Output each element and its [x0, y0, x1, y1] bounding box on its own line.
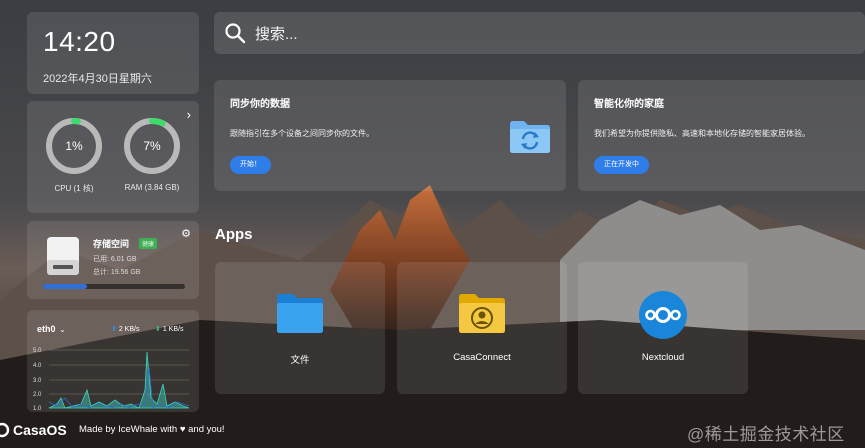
upload-rate: ⬆ 2 KB/s — [111, 325, 139, 333]
casaconnect-icon — [459, 294, 505, 333]
ram-percent: 7% — [143, 139, 161, 153]
clock-date: 2022年4月30日星期六 — [43, 73, 152, 85]
gear-icon[interactable]: ⚙ — [181, 227, 191, 240]
start-button[interactable]: 开始！ — [230, 156, 271, 174]
cpu-gauge: 1% — [45, 117, 103, 175]
interface-selector[interactable]: eth0 ⌄ — [37, 324, 65, 334]
folder-icon — [277, 294, 323, 333]
y-tick-4: 4.0 — [33, 363, 42, 369]
upload-value: 2 KB/s — [118, 326, 140, 333]
app-name: Nextcloud — [641, 352, 685, 363]
sync-card: 同步你的数据 跟随指引在多个设备之间同步你的文件。 开始！ — [214, 80, 566, 191]
storage-total: 总计: 19.56 GB — [93, 269, 141, 276]
sync-folder-icon — [510, 121, 550, 153]
y-tick-3: 3.0 — [33, 378, 42, 384]
card-description: 我们希望为你提供隐私、高速和本地化存储的智能家居体验。 — [594, 129, 810, 138]
footer: CasaOS Made by IceWhale with ♥ and you! … — [0, 413, 865, 448]
card-title: 同步你的数据 — [230, 99, 290, 110]
interface-name: eth0 — [37, 324, 56, 334]
casaos-logo-icon — [0, 422, 10, 438]
storage-usage-bar — [43, 284, 185, 289]
y-tick-5: 5.0 — [33, 348, 42, 354]
app-tile-nextcloud[interactable]: Nextcloud — [578, 262, 748, 394]
brand-name: CasaOS — [13, 422, 67, 438]
network-widget: eth0 ⌄ ⬆ 2 KB/s ⬇ 1 KB/s 5.0 4.0 3.0 2.0 … — [27, 310, 199, 412]
chevron-right-icon[interactable]: › — [187, 107, 191, 122]
arrow-up-icon: ⬆ — [111, 326, 117, 333]
cpu-label: CPU (1 核) — [54, 184, 94, 193]
search-icon — [225, 23, 246, 44]
status-badge: 健康 — [139, 238, 158, 249]
app-name: 文件 — [290, 355, 310, 366]
storage-widget: ⚙ 存储空间 健康 已用: 6.01 GB 总计: 19.56 GB — [27, 221, 199, 299]
download-value: 1 KB/s — [162, 326, 184, 333]
nextcloud-icon — [639, 291, 687, 339]
apps-heading: Apps — [215, 226, 253, 243]
y-tick-2: 2.0 — [33, 392, 42, 398]
in-development-button[interactable]: 正在开发中 — [594, 156, 649, 174]
hard-drive-icon — [45, 236, 81, 276]
search-bar[interactable]: 搜索... — [214, 12, 865, 54]
made-by-text: Made by IceWhale with ♥ and you! — [79, 424, 225, 435]
app-name: CasaConnect — [453, 352, 511, 363]
storage-used: 已用: 6.01 GB — [93, 256, 137, 263]
ram-label: RAM (3.84 GB) — [124, 183, 180, 192]
chevron-down-icon: ⌄ — [59, 327, 66, 334]
clock-time: 14:20 — [43, 26, 116, 57]
download-rate: ⬇ 1 KB/s — [155, 325, 183, 333]
search-placeholder: 搜索... — [255, 26, 298, 43]
smart-home-card: 智能化你的家庭 我们希望为你提供隐私、高速和本地化存储的智能家居体验。 正在开发… — [578, 80, 865, 191]
card-description: 跟随指引在多个设备之间同步你的文件。 — [230, 129, 374, 138]
cpu-percent: 1% — [65, 139, 83, 153]
system-status-widget: › 1% CPU (1 核) 7% RAM (3.84 GB) — [27, 101, 199, 213]
card-title: 智能化你的家庭 — [594, 99, 664, 110]
arrow-down-icon: ⬇ — [155, 326, 161, 333]
app-tile-casaconnect[interactable]: CasaConnect — [397, 262, 567, 394]
y-tick-1: 1.0 — [33, 406, 42, 412]
app-tile-files[interactable]: 文件 — [215, 262, 385, 394]
clock-widget: 14:20 2022年4月30日星期六 — [27, 12, 199, 94]
network-traffic-chart: 5.0 4.0 3.0 2.0 1.0 — [33, 348, 190, 412]
storage-title: 存储空间 — [93, 239, 130, 249]
ram-gauge: 7% — [123, 117, 181, 175]
watermark: @稀土掘金技术社区 — [687, 425, 845, 444]
storage-usage-fill — [43, 284, 87, 289]
